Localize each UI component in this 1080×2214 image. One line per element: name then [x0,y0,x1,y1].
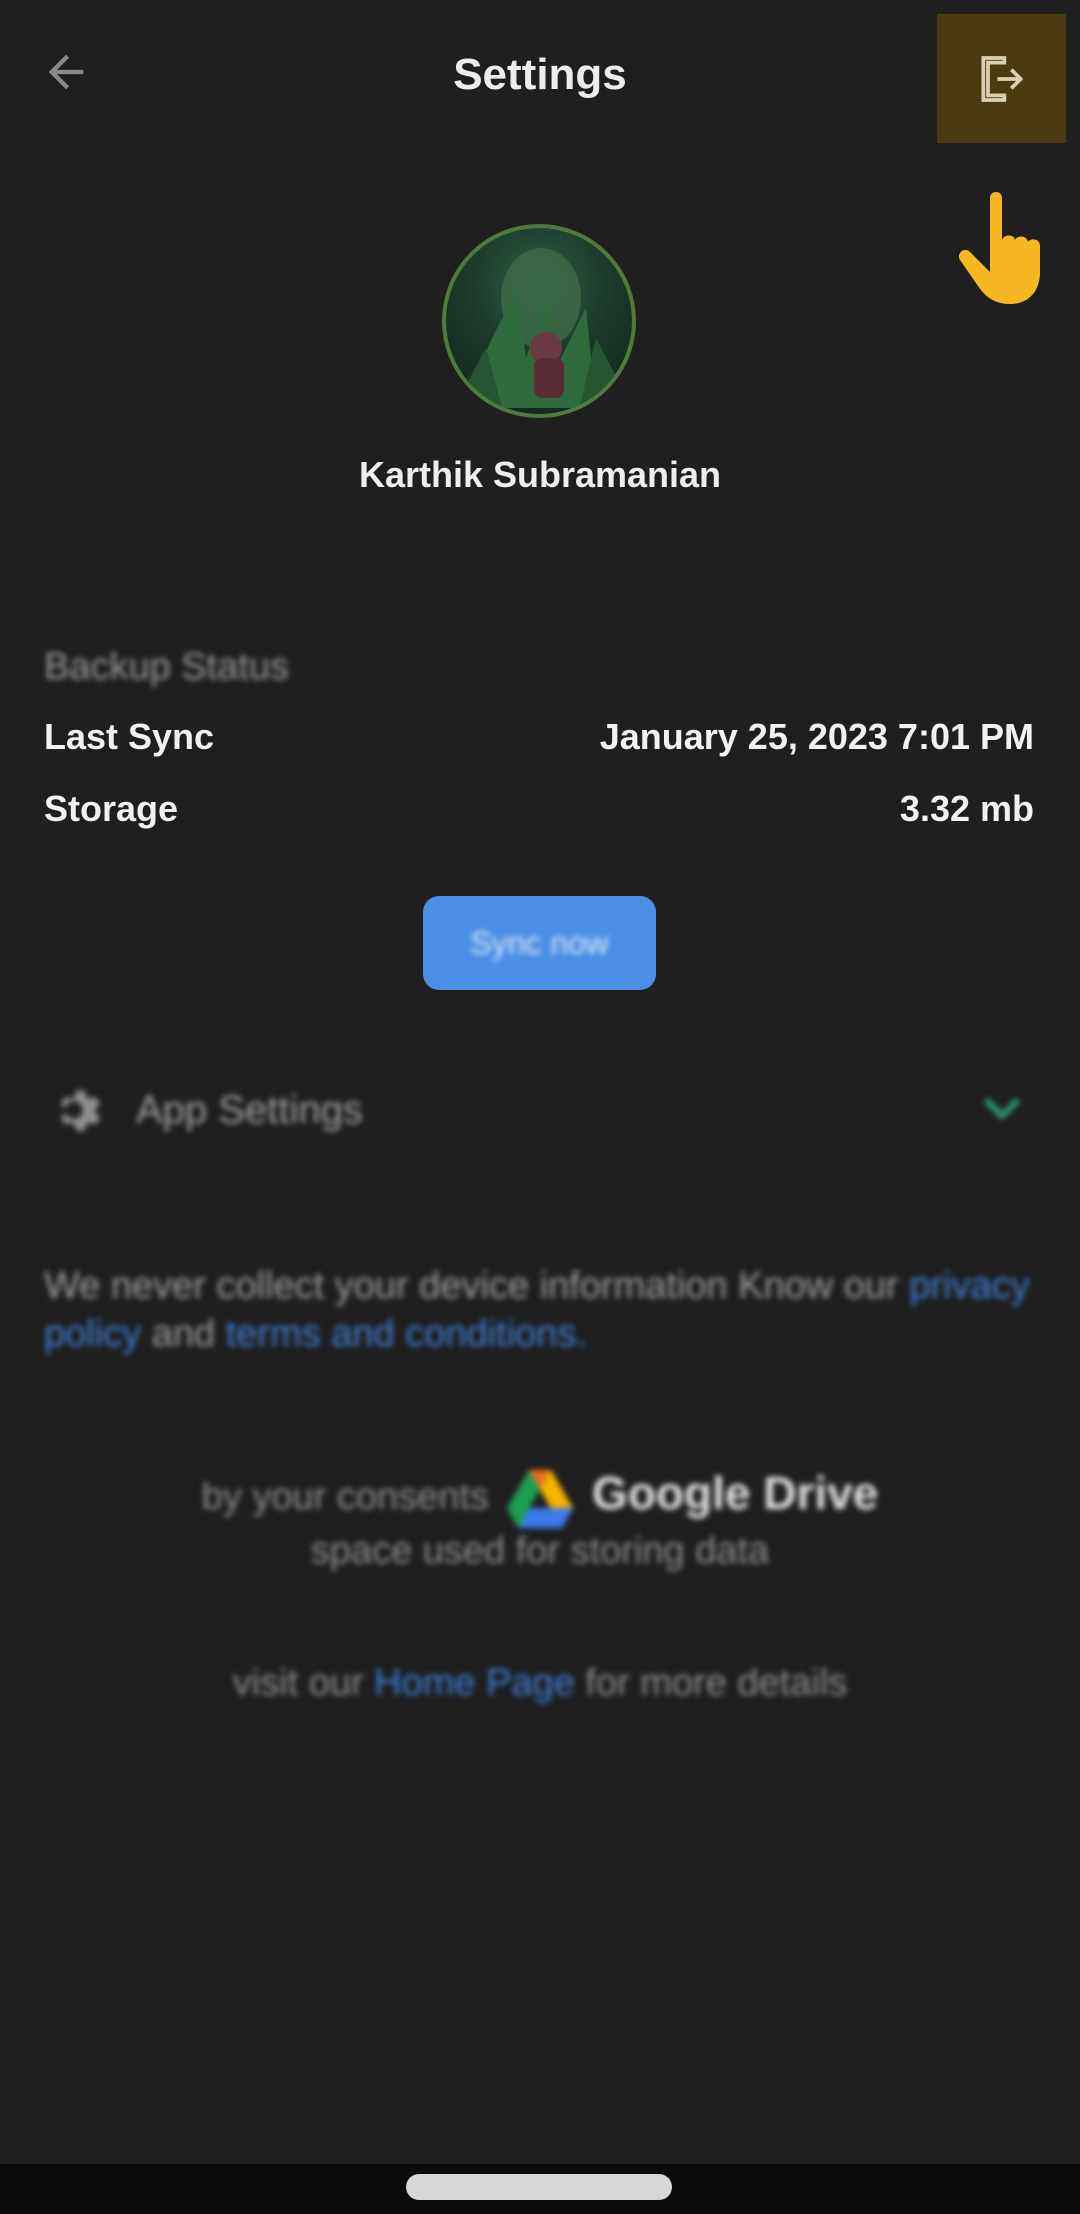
visit-home-line: visit our Home Page for more details [0,1662,1080,1705]
gear-icon [60,1090,101,1131]
visit-prefix: visit our [232,1662,375,1704]
chevron-down-icon [983,1097,1021,1121]
google-drive-label: Google Drive [592,1467,879,1519]
home-page-link[interactable]: Home Page [374,1662,575,1704]
logout-button[interactable] [937,14,1066,143]
terms-link[interactable]: terms and conditions [226,1313,577,1355]
privacy-notice: We never collect your device information… [44,1262,1034,1358]
drive-space-text: space used for storing data [310,1530,770,1572]
logout-icon [980,55,1023,102]
drive-consent-line: by your consents Google Drive [0,1466,1080,1528]
last-sync-value: January 25, 2023 7:01 PM [599,716,1034,757]
sync-now-button[interactable]: Sync now [423,896,656,990]
avatar[interactable] [442,224,636,418]
page-title: Settings [453,50,627,99]
app-header: Settings [0,0,1080,150]
privacy-period: . [576,1313,587,1355]
home-gesture-bar[interactable] [406,2174,672,2200]
profile-name: Karthik Subramanian [358,454,722,495]
storage-label: Storage [44,788,179,829]
sync-now-label: Sync now [470,924,609,961]
visit-suffix: for more details [574,1662,848,1704]
app-settings-label: App Settings [136,1088,363,1132]
google-drive-icon [507,1469,574,1528]
pointing-hand-icon [958,192,1040,304]
privacy-text: We never collect your device information… [44,1265,910,1307]
last-sync-label: Last Sync [44,716,215,757]
privacy-and-text: and [141,1313,226,1355]
backup-status-title: Backup Status [44,646,290,688]
drive-prefix: by your consents [201,1476,489,1518]
system-nav-bar [0,2164,1080,2214]
app-settings-row[interactable]: App Settings [44,1080,1034,1140]
storage-value: 3.32 mb [899,788,1034,829]
